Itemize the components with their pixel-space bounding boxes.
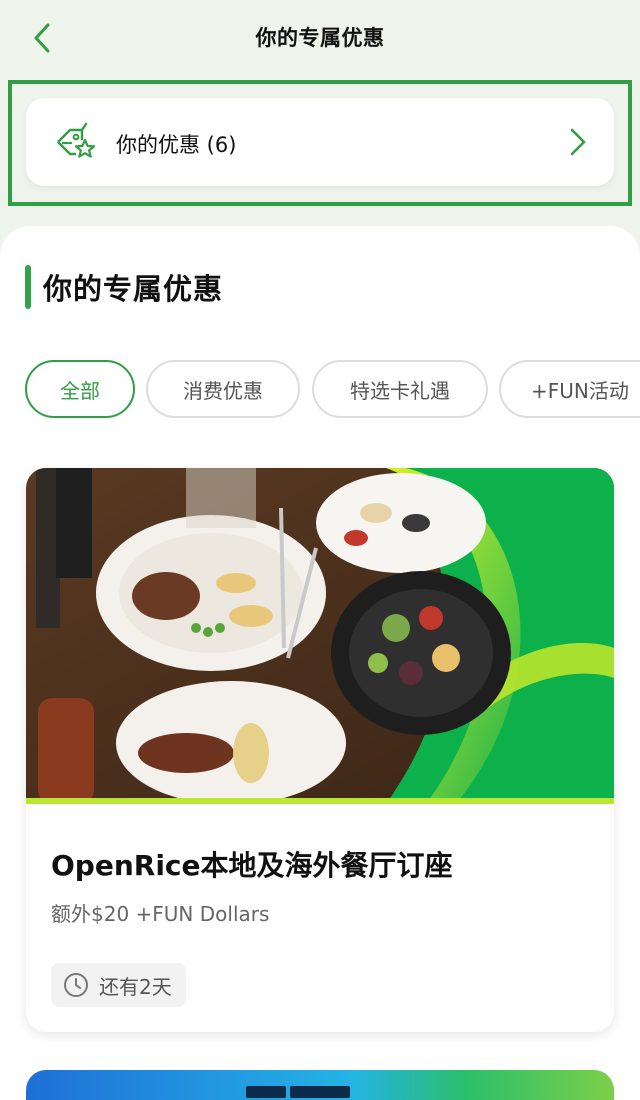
your-coupons-entry[interactable]: 你的优惠 (6): [26, 98, 614, 186]
offer-title: OpenRice本地及海外餐厅订座: [51, 849, 453, 882]
filter-chip-card-privileges[interactable]: 特选卡礼遇: [312, 360, 488, 418]
filter-chip-all[interactable]: 全部: [25, 360, 135, 418]
offer-card[interactable]: OpenRice本地及海外餐厅订座 额外$20 +FUN Dollars 还有2…: [26, 468, 614, 1032]
section-accent-bar: [25, 265, 31, 309]
filter-chip-fun-events[interactable]: +FUN活动: [499, 360, 640, 418]
offer-remaining-badge: 还有2天: [51, 963, 186, 1007]
clock-icon: [64, 973, 88, 997]
offer-image-next: [26, 1070, 614, 1100]
offer-subtitle: 额外$20 +FUN Dollars: [51, 902, 270, 926]
offer-card-next[interactable]: [26, 1070, 614, 1100]
offers-sheet: 你的专属优惠 全部 消费优惠 特选卡礼遇 +FUN活动 OpenRice本地及海…: [0, 226, 640, 1100]
section-title: 你的专属优惠: [43, 272, 224, 306]
coupon-tag-icon: [57, 122, 96, 158]
filter-chip-spending[interactable]: 消费优惠: [146, 360, 300, 418]
header: 你的专属优惠: [0, 0, 640, 76]
page-title: 你的专属优惠: [255, 26, 385, 50]
page: 你的专属优惠 你的优惠 (6) 你的专属优惠 全部 消费优惠 特选卡礼遇 +FU…: [0, 0, 640, 1100]
chevron-right-icon: [570, 128, 586, 156]
offer-image: [26, 468, 614, 804]
your-coupons-label: 你的优惠 (6): [116, 133, 237, 157]
section-header: 你的专属优惠: [25, 264, 223, 310]
offer-remaining-text: 还有2天: [99, 974, 172, 999]
